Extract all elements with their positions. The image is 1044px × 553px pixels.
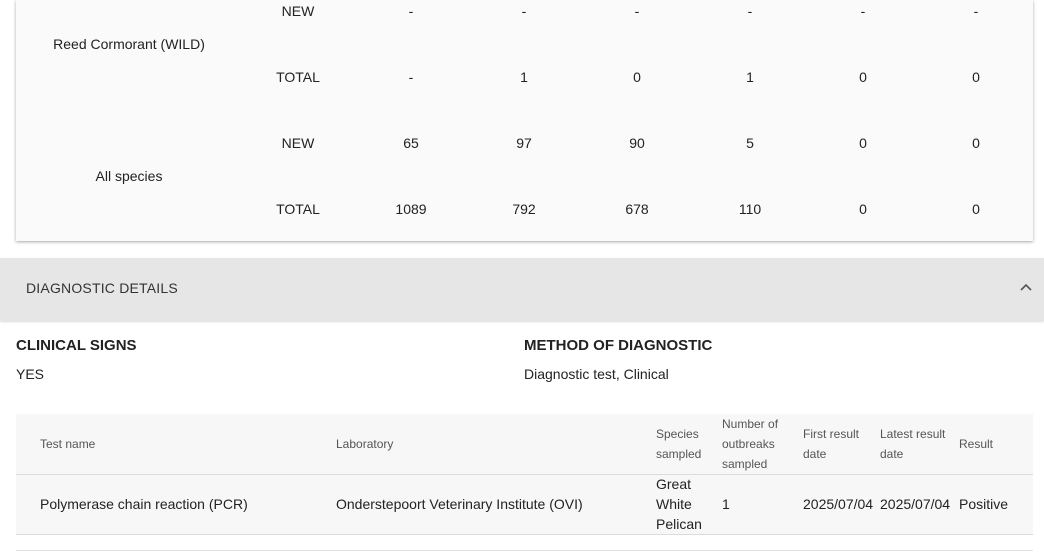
header-line: date	[803, 447, 827, 461]
count-cell: 0	[859, 201, 867, 217]
count-cell: 0	[972, 201, 980, 217]
count-cell: 65	[403, 135, 419, 151]
count-cell: 1	[520, 69, 528, 85]
count-cell: -	[408, 69, 414, 85]
count-cell: 0	[972, 69, 980, 85]
species-line: Pelican	[656, 516, 702, 532]
species-line: White	[656, 496, 692, 512]
species-line: Great	[656, 476, 692, 492]
header-line: outbreaks	[722, 437, 775, 451]
first-result-date: 2025/07/04	[803, 496, 874, 512]
row-label-new: NEW	[281, 135, 315, 151]
count-cell: 0	[859, 69, 867, 85]
count-cell: -	[860, 3, 866, 19]
latest-result-date: 2025/07/04	[880, 496, 951, 512]
count-cell: -	[521, 3, 527, 19]
test-name: Polymerase chain reaction (PCR)	[40, 496, 248, 512]
species-name: All species	[95, 168, 163, 184]
header-line: sampled	[656, 447, 702, 461]
header-line: First result	[803, 427, 860, 441]
count-cell: 0	[859, 135, 867, 151]
header-latest-result-date: Latest result date	[880, 424, 945, 464]
count-cell: 5	[746, 135, 754, 151]
count-cell: -	[973, 3, 979, 19]
table-header: Test name Laboratory Species sampled Num…	[16, 414, 1033, 475]
method-heading: METHOD OF DIAGNOSTIC	[524, 337, 713, 354]
count-cell: 97	[516, 135, 532, 151]
count-cell: 792	[512, 201, 536, 217]
species-name: Reed Cormorant (WILD)	[53, 36, 205, 52]
species-sampled: Great White Pelican	[656, 474, 702, 534]
count-cell: -	[747, 3, 753, 19]
method-value: Diagnostic test, Clinical	[524, 366, 669, 382]
header-line: Number of	[722, 417, 779, 431]
count-cell: 1089	[395, 201, 427, 217]
section-title: DIAGNOSTIC DETAILS	[26, 280, 178, 296]
header-result: Result	[959, 437, 994, 451]
header-laboratory: Laboratory	[336, 437, 394, 451]
outbreaks-sampled: 1	[722, 496, 730, 512]
count-cell: 0	[972, 135, 980, 151]
header-line: date	[880, 447, 904, 461]
clinical-signs-heading: CLINICAL SIGNS	[16, 337, 137, 354]
header-first-result-date: First result date	[803, 424, 859, 464]
species-count-card: Reed Cormorant (WILD) NEW - - - - - - TO…	[16, 0, 1033, 241]
header-outbreaks-sampled: Number of outbreaks sampled	[722, 414, 778, 474]
table-row: Polymerase chain reaction (PCR) Onderste…	[16, 475, 1033, 535]
laboratory: Onderstepoort Veterinary Institute (OVI)	[336, 496, 583, 512]
row-label-new: NEW	[281, 3, 315, 19]
count-cell: 110	[738, 201, 762, 217]
count-cell: 90	[629, 135, 645, 151]
row-label-total: TOTAL	[276, 69, 320, 85]
diagnostic-tests-table: Test name Laboratory Species sampled Num…	[16, 414, 1033, 535]
count-cell: 678	[625, 201, 649, 217]
header-line: Species	[656, 427, 699, 441]
header-line: sampled	[722, 457, 768, 471]
count-cell: 0	[633, 69, 641, 85]
divider	[16, 550, 1033, 551]
count-cell: -	[408, 3, 414, 19]
header-test-name: Test name	[40, 437, 96, 451]
row-label-total: TOTAL	[276, 201, 320, 217]
clinical-signs-value: YES	[16, 366, 45, 382]
result: Positive	[959, 496, 1009, 512]
count-cell: -	[634, 3, 640, 19]
header-line: Latest result	[880, 427, 946, 441]
header-species-sampled: Species sampled	[656, 424, 701, 464]
count-cell: 1	[746, 69, 754, 85]
diagnostic-details-header[interactable]: DIAGNOSTIC DETAILS	[0, 258, 1044, 321]
chevron-up-icon[interactable]	[1016, 278, 1036, 298]
